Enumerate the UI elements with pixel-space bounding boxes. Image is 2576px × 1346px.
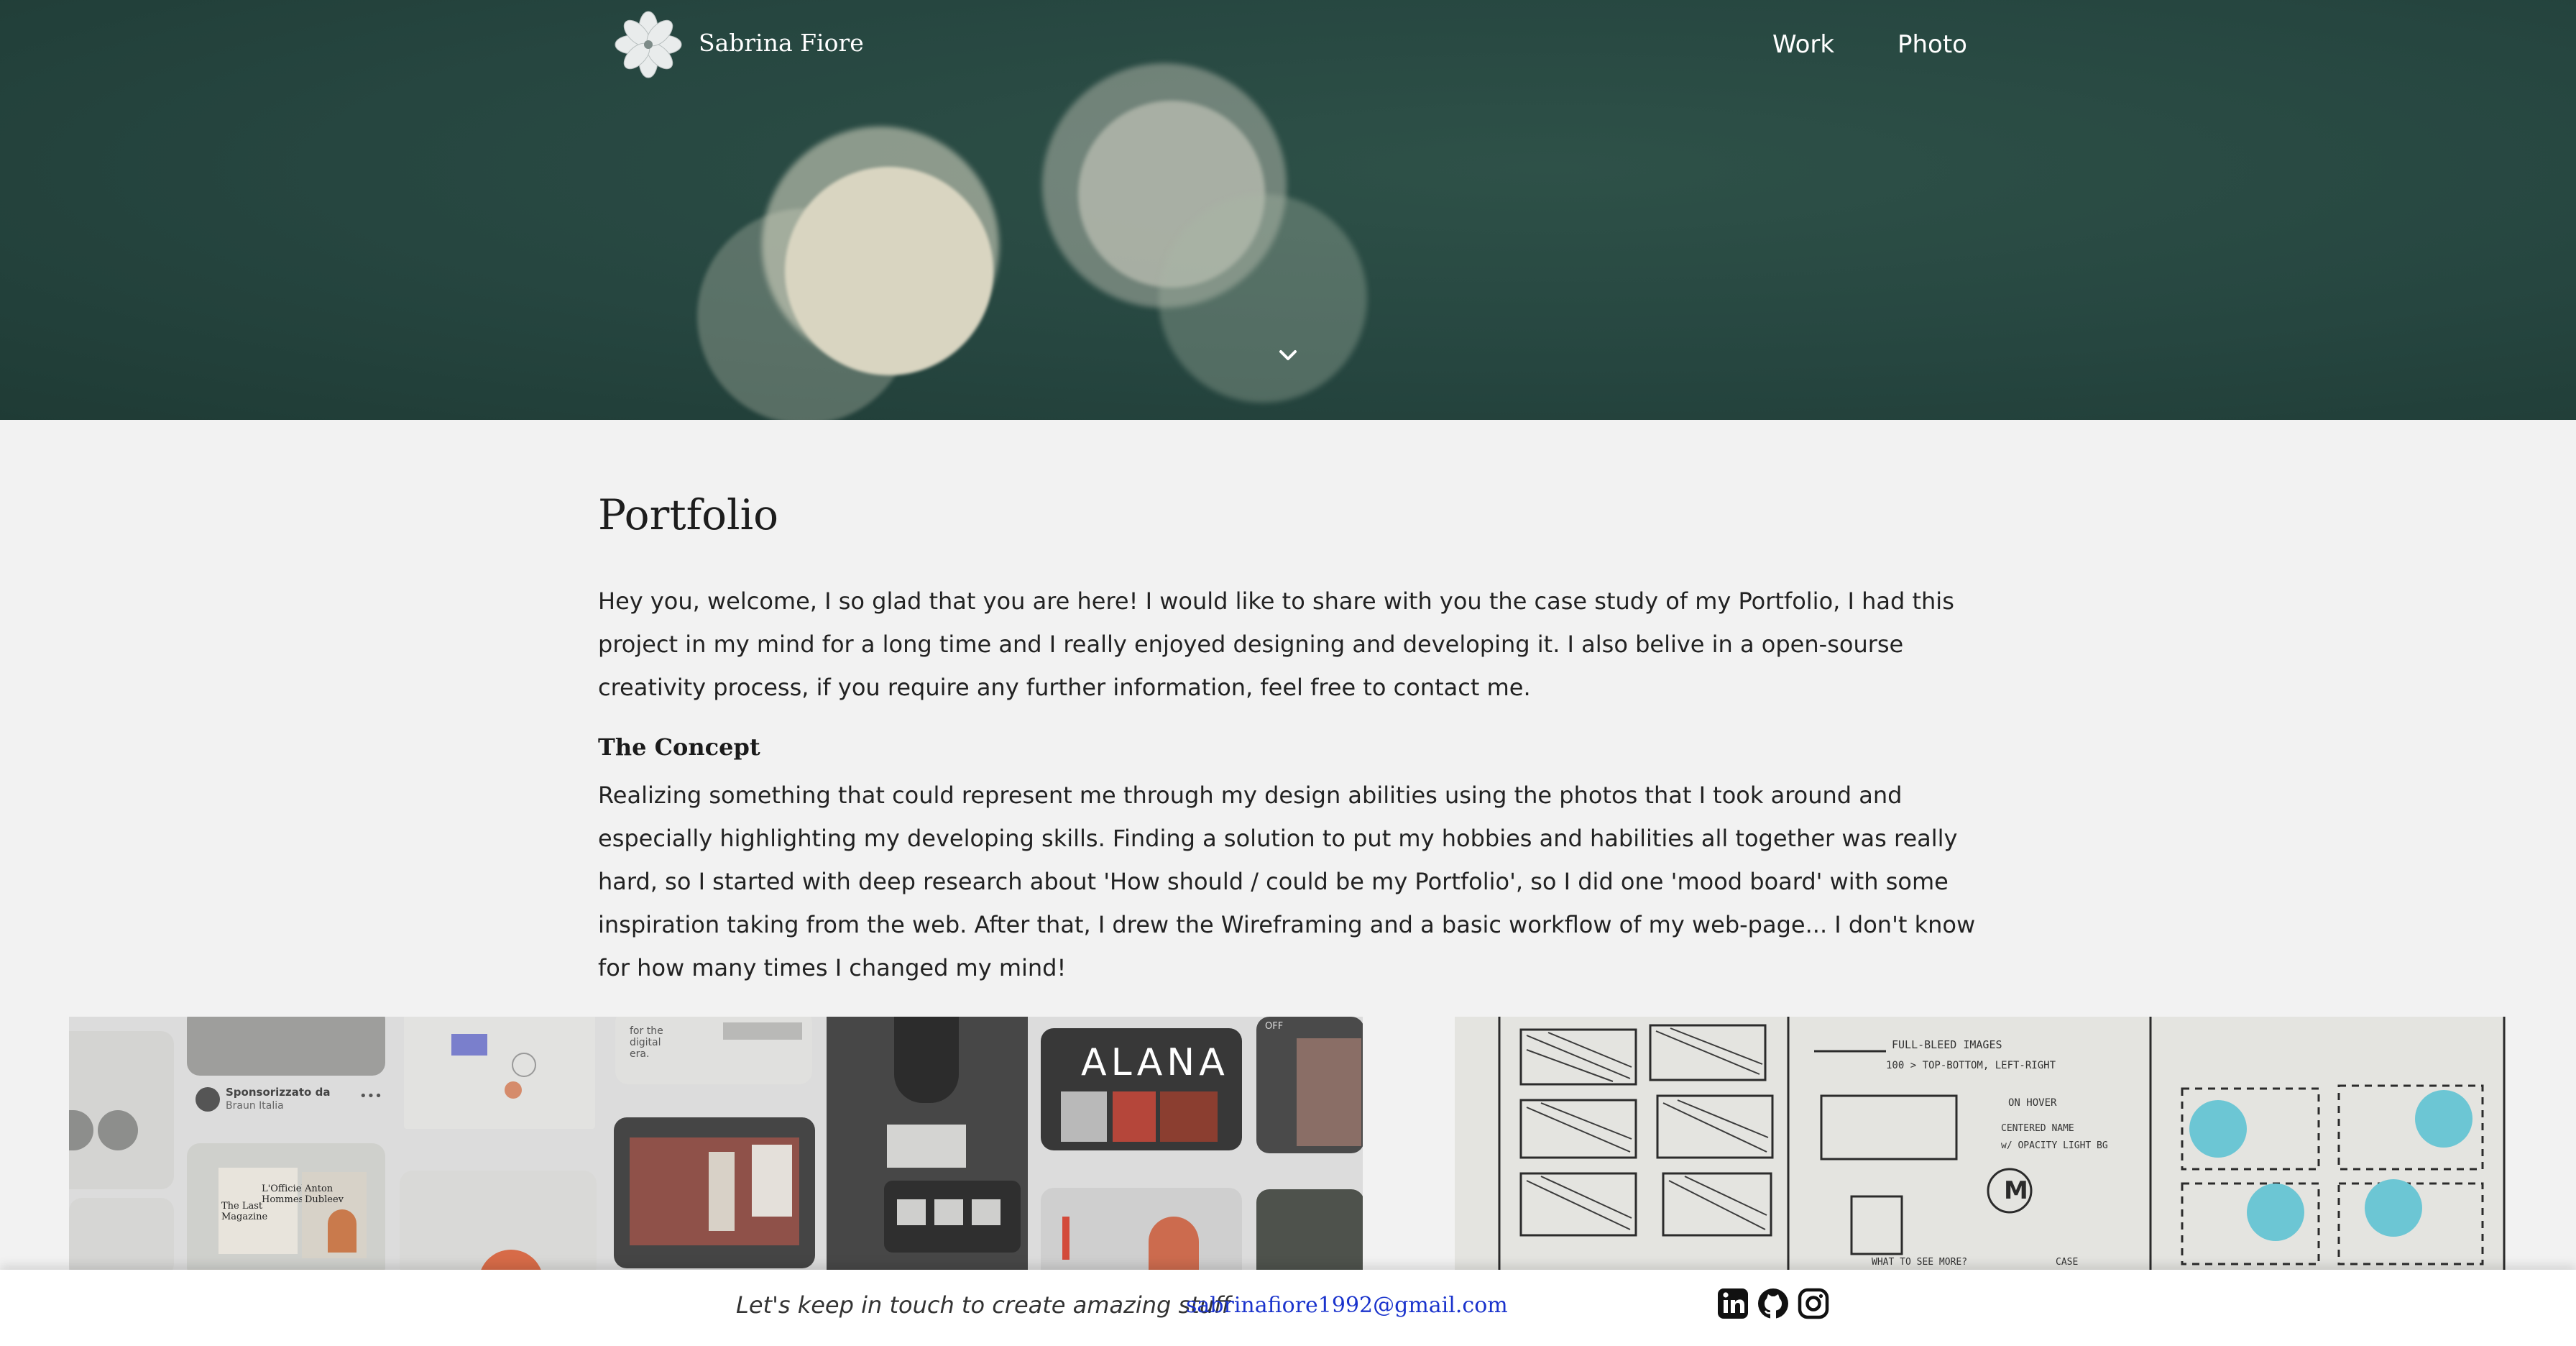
concept-paragraph: Realizing something that could represent… bbox=[598, 782, 1976, 981]
chevron-down-icon[interactable] bbox=[1275, 342, 1301, 368]
moodboard-card bbox=[827, 1017, 1028, 1270]
moodboard-card bbox=[1041, 1188, 1242, 1270]
footer: Let's keep in touch to create amazing st… bbox=[0, 1270, 2576, 1346]
moodboard-card: ALANA bbox=[1041, 1028, 1242, 1150]
page-title: Portfolio bbox=[598, 490, 779, 539]
sketch-note: 100 > TOP-BOTTOM, LEFT-RIGHT bbox=[1886, 1060, 2056, 1071]
footer-tagline: Let's keep in touch to create amazing st… bbox=[736, 1291, 1231, 1319]
hero-banner: Sabrina Fiore Work Photo bbox=[0, 0, 2576, 420]
moodboard-text: OFF bbox=[1265, 1021, 1284, 1032]
sketch-note: ON HOVER bbox=[2008, 1097, 2057, 1109]
moodboard-text: L'Officiel Hommes bbox=[262, 1184, 305, 1205]
bokeh-light bbox=[785, 167, 993, 375]
moodboard-card: The Last Magazine L'Officiel Hommes Anto… bbox=[187, 1143, 385, 1270]
moodboard-card bbox=[400, 1171, 597, 1270]
moodboard-text: Sponsorizzato da bbox=[226, 1086, 331, 1099]
moodboard-text: Anton Dubleev bbox=[305, 1184, 344, 1205]
email-link[interactable]: sabrinafiore1992@gmail.com bbox=[1186, 1293, 1508, 1318]
moodboard-card bbox=[187, 1017, 385, 1076]
sketch-note: w/ OPACITY LIGHT BG bbox=[2001, 1140, 2108, 1151]
sketch-logo-mark: M bbox=[2004, 1176, 2028, 1205]
bokeh-light bbox=[1159, 194, 1367, 403]
sketch-note: FULL-BLEED IMAGES bbox=[1892, 1038, 2002, 1051]
moodboard-image: Sponsorizzato da Braun Italia ••• The La… bbox=[69, 1017, 1363, 1270]
nav-photo[interactable]: Photo bbox=[1898, 30, 1967, 59]
sketch-note: WHAT TO SEE MORE? bbox=[1872, 1257, 1968, 1268]
concept-heading: The Concept bbox=[598, 733, 760, 761]
moodboard-card: for the digital era. bbox=[615, 1017, 812, 1084]
sketch-note: CENTERED NAME bbox=[2001, 1123, 2074, 1134]
wireframe-sketch-image: FULL-BLEED IMAGES 100 > TOP-BOTTOM, LEFT… bbox=[1455, 1017, 2506, 1270]
moodboard-text: for the digital era. bbox=[630, 1025, 663, 1060]
moodboard-card bbox=[69, 1198, 174, 1270]
flower-logo-icon[interactable] bbox=[612, 9, 684, 81]
brand-name[interactable]: Sabrina Fiore bbox=[699, 29, 864, 57]
sketch-note: CASE bbox=[2056, 1257, 2079, 1268]
moodboard-text: The Last Magazine bbox=[221, 1201, 268, 1222]
intro-paragraph: Hey you, welcome, I so glad that you are… bbox=[598, 587, 1954, 701]
avatar bbox=[196, 1087, 220, 1112]
more-icon: ••• bbox=[359, 1089, 382, 1104]
moodboard-card bbox=[1256, 1189, 1363, 1270]
instagram-icon[interactable] bbox=[1797, 1287, 1830, 1320]
moodboard-text: ALANA bbox=[1081, 1041, 1229, 1084]
moodboard-card bbox=[69, 1031, 174, 1189]
moodboard-card bbox=[614, 1117, 815, 1268]
moodboard-card bbox=[404, 1017, 595, 1129]
github-icon[interactable] bbox=[1757, 1287, 1790, 1320]
linkedin-icon[interactable] bbox=[1716, 1287, 1749, 1320]
nav-work[interactable]: Work bbox=[1772, 30, 1834, 59]
moodboard-card: OFF bbox=[1256, 1017, 1363, 1153]
moodboard-text: Braun Italia bbox=[226, 1100, 284, 1112]
